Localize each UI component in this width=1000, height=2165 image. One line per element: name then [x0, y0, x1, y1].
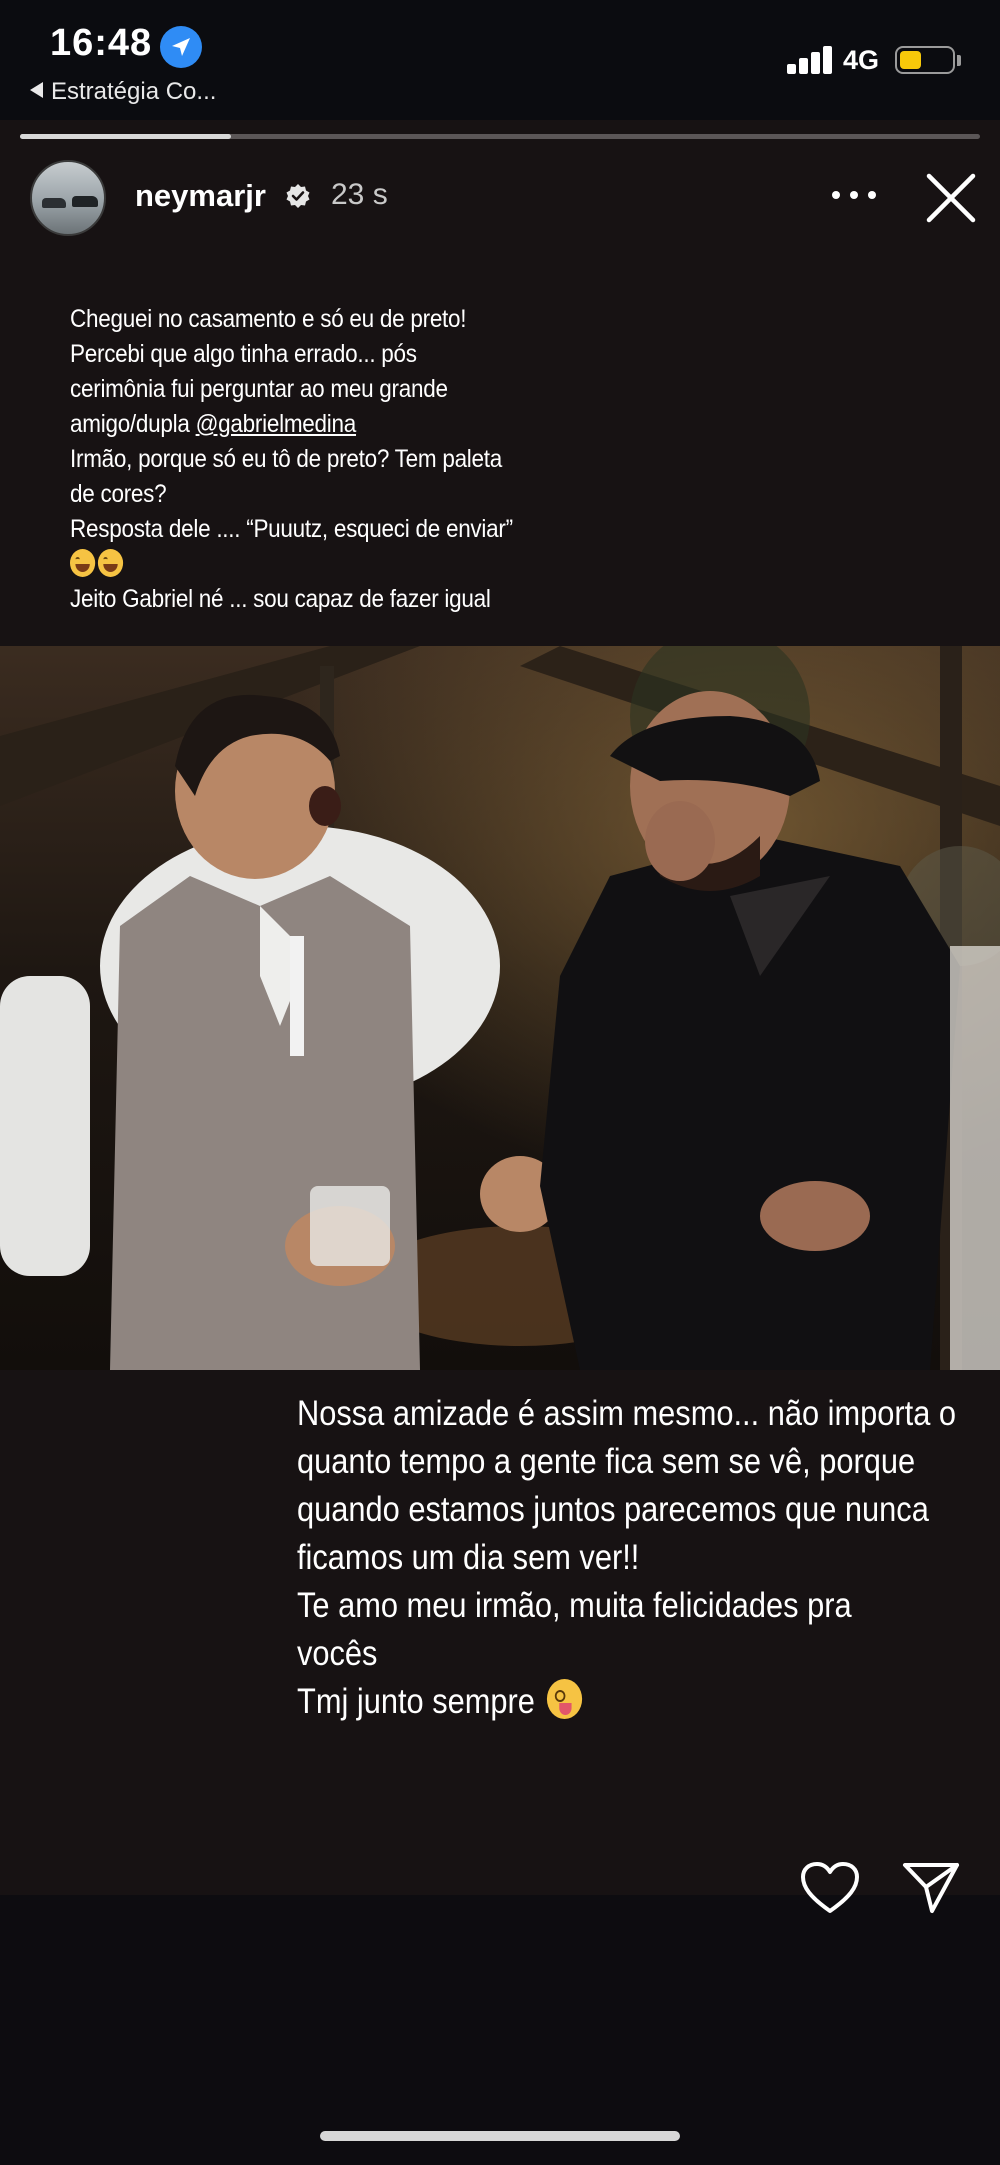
story-footer: [0, 1895, 1000, 2165]
battery-tip: [957, 55, 961, 66]
mention-link[interactable]: @gabrielmedina: [196, 410, 357, 438]
caption-line: Irmão, porque só eu tô de preto? Tem pal…: [70, 445, 503, 473]
grinning-sweat-emoji-icon: [97, 549, 124, 577]
laughing-emoji-icon: [70, 549, 96, 577]
caption-emoji-line: [70, 547, 574, 582]
caption-line-with-emoji: Tmj junto sempre: [297, 1678, 913, 1726]
caption-line: quanto tempo a gente fica sem se vê, por…: [297, 1442, 916, 1481]
network-type: 4G: [843, 45, 880, 75]
story-progress-bar: [20, 134, 980, 139]
caption-line: Jeito Gabriel né ... sou capaz de fazer …: [70, 585, 491, 613]
more-options-icon[interactable]: [832, 188, 876, 202]
close-icon[interactable]: [925, 172, 977, 224]
caption-line: vocês: [297, 1634, 378, 1673]
send-icon[interactable]: [902, 1861, 960, 1915]
back-arrow-icon: [30, 82, 43, 98]
battery-icon: [895, 46, 955, 74]
caption-line: cerimônia fui perguntar ao meu grande: [70, 375, 448, 403]
zany-face-emoji-icon: [547, 1679, 583, 1719]
home-indicator[interactable]: [320, 2131, 680, 2141]
story-viewer[interactable]: neymarjr 23 s Cheguei no casamento e só …: [0, 120, 1000, 2165]
story-timestamp: 23 s: [331, 178, 388, 211]
story-progress-fill: [20, 134, 232, 139]
caption-line: Te amo meu irmão, muita felicidades pra: [297, 1586, 852, 1625]
story-username[interactable]: neymarjr: [135, 178, 266, 214]
back-app-label: Estratégia Co...: [51, 78, 217, 105]
caption-line-with-mention: amigo/dupla @gabrielmedina: [70, 407, 574, 442]
back-to-app-link[interactable]: Estratégia Co...: [30, 78, 216, 106]
story-photo: [0, 646, 1000, 1370]
caption-line: Resposta dele .... “Puuutz, esqueci de e…: [70, 515, 513, 543]
status-bar: 16:48 Estratégia Co... 4G: [0, 0, 1000, 120]
status-time: 16:48: [50, 22, 153, 64]
caption-line: Nossa amizade é assim mesmo... não impor…: [297, 1394, 957, 1433]
caption-line: Percebi que algo tinha errado... pós: [70, 340, 417, 368]
caption-line: Cheguei no casamento e só eu de preto!: [70, 305, 467, 333]
caption-line: ficamos um dia sem ver!!: [297, 1538, 640, 1577]
caption-line: quando estamos juntos parecemos que nunc…: [297, 1490, 929, 1529]
caption-text: amigo/dupla: [70, 410, 196, 438]
signal-icon: [787, 44, 835, 74]
caption-text: Tmj junto sempre: [297, 1682, 544, 1721]
story-caption-top: Cheguei no casamento e só eu de preto! P…: [70, 302, 574, 617]
avatar[interactable]: [30, 160, 106, 236]
heart-icon[interactable]: [800, 1861, 860, 1915]
caption-line: de cores?: [70, 480, 167, 508]
location-icon: [160, 26, 202, 68]
story-caption-bottom: Nossa amizade é assim mesmo... não impor…: [297, 1390, 957, 1726]
verified-badge-icon: [286, 184, 310, 208]
